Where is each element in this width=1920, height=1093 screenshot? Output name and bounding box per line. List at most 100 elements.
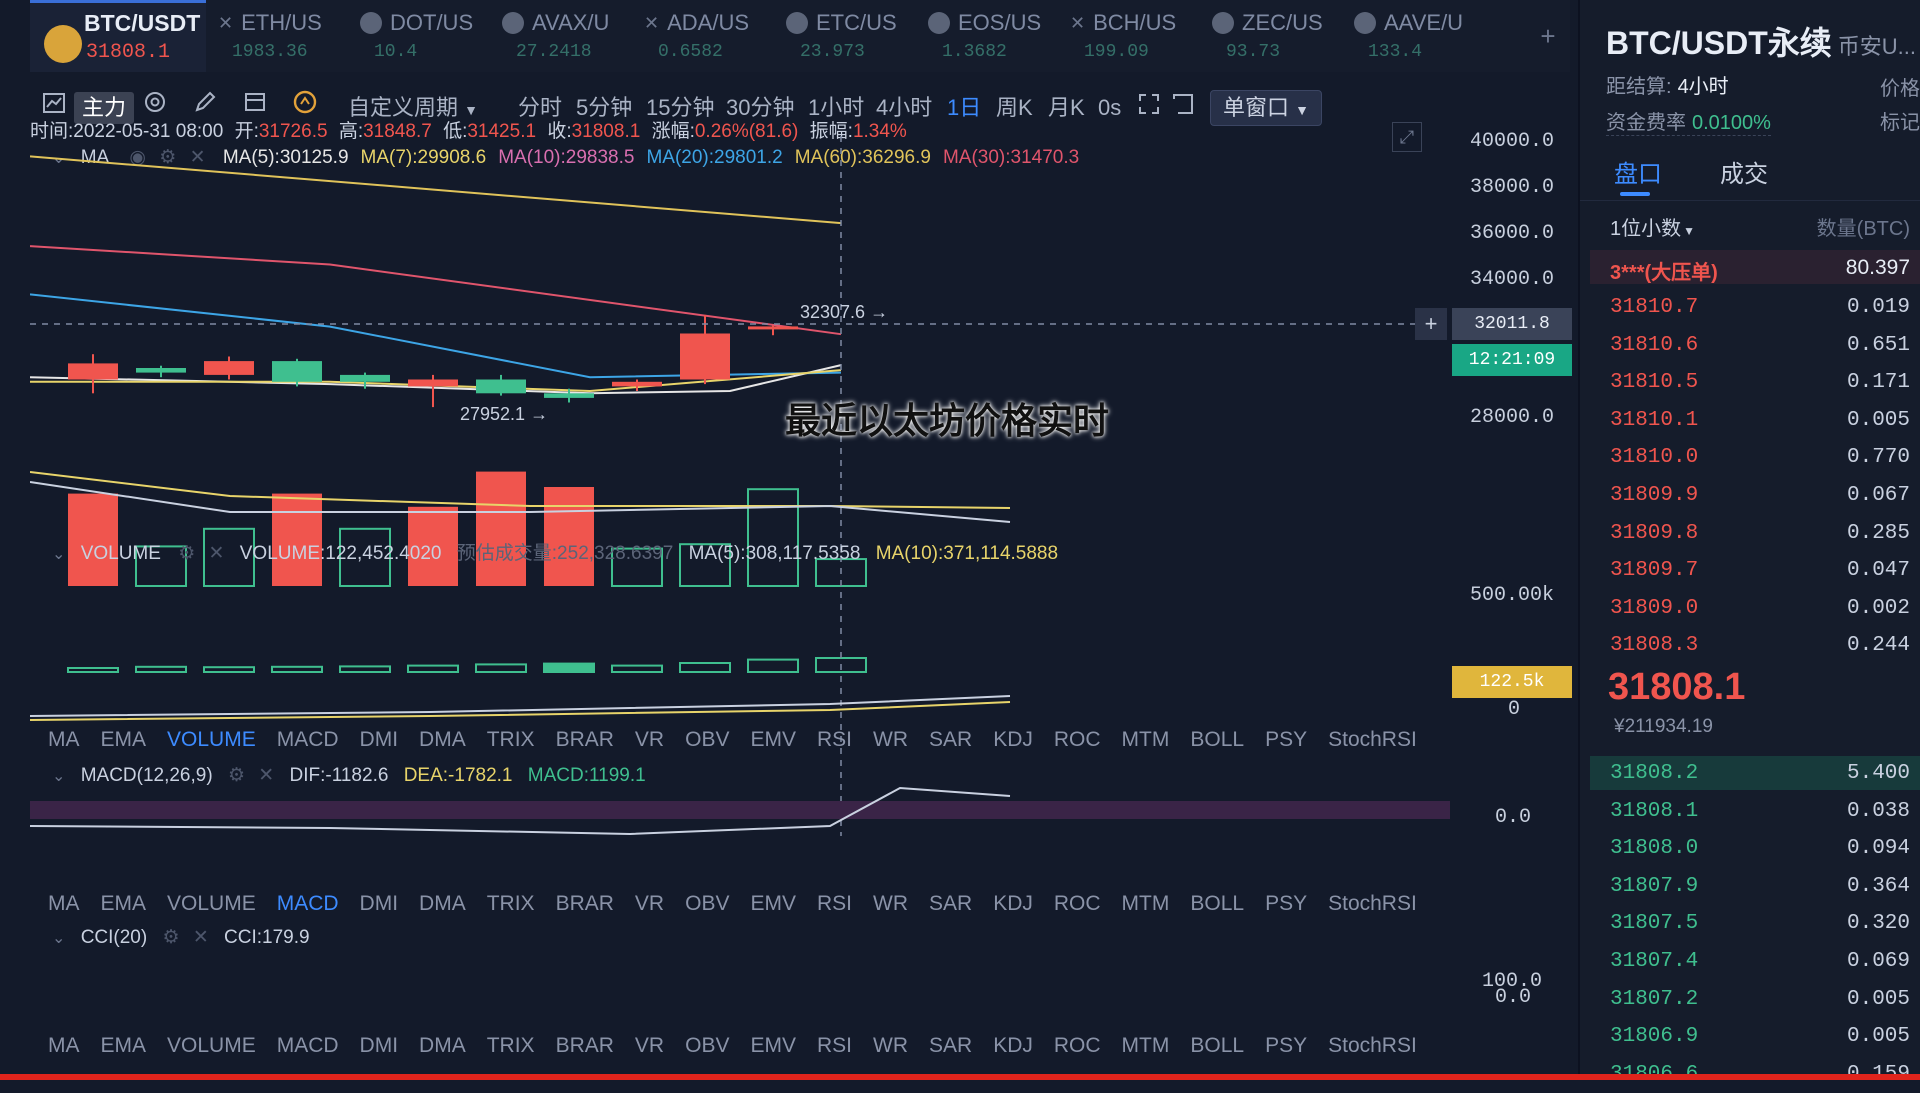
indicator-tab-psy[interactable]: PSY — [1265, 892, 1307, 915]
indicator-tab-dma[interactable]: DMA — [419, 728, 466, 751]
symbol-tab[interactable]: DOT/US 10.4 — [352, 0, 492, 72]
symbol-tab[interactable]: BTC/USDT 31808.1 — [30, 0, 206, 72]
symbol-tab[interactable]: ETC/US 23.973 — [778, 0, 918, 72]
indicator-tab-ma[interactable]: MA — [48, 1034, 80, 1057]
indicator-tab-ema[interactable]: EMA — [101, 728, 147, 751]
ask-row[interactable]: 31810.1 0.005 — [1610, 403, 1910, 439]
indicator-tab-obv[interactable]: OBV — [685, 1034, 729, 1057]
symbol-tab[interactable]: AVAX/U 27.2418 — [494, 0, 634, 72]
ask-row[interactable]: 31810.7 0.019 — [1610, 290, 1910, 326]
indicator-tab-obv[interactable]: OBV — [685, 892, 729, 915]
ask-row[interactable]: 31809.9 0.067 — [1610, 478, 1910, 514]
indicator-tab-volume[interactable]: VOLUME — [167, 1034, 256, 1057]
ask-row[interactable]: 31810.6 0.651 — [1610, 328, 1910, 364]
bid-row[interactable]: 31807.4 0.069 — [1610, 944, 1910, 980]
indicator-tab-brar[interactable]: BRAR — [556, 728, 614, 751]
indicator-tab-dmi[interactable]: DMI — [360, 892, 399, 915]
indicator-tab-obv[interactable]: OBV — [685, 728, 729, 751]
indicator-tab-psy[interactable]: PSY — [1265, 1034, 1307, 1057]
indicator-tab-emv[interactable]: EMV — [750, 728, 796, 751]
indicator-tab-emv[interactable]: EMV — [750, 1034, 796, 1057]
ask-row[interactable]: 31810.0 0.770 — [1610, 440, 1910, 476]
period-8[interactable]: 月K — [1048, 84, 1085, 132]
symbol-tab[interactable]: ✕ ETH/US 1983.36 — [210, 0, 350, 72]
indicator-tab-macd[interactable]: MACD — [277, 1034, 339, 1057]
bid-row[interactable]: 31808.1 0.038 — [1610, 794, 1910, 830]
bid-row[interactable]: 31807.2 0.005 — [1610, 982, 1910, 1018]
fullscreen-icon[interactable] — [1138, 84, 1160, 132]
popout-icon[interactable] — [1172, 84, 1194, 132]
indicator-tab-macd[interactable]: MACD — [277, 892, 339, 915]
indicator-tab-rsi[interactable]: RSI — [817, 728, 852, 751]
indicator-tab-trix[interactable]: TRIX — [487, 892, 535, 915]
crosshair-add-button[interactable]: + — [1415, 308, 1447, 340]
indicator-tab-sar[interactable]: SAR — [929, 728, 972, 751]
indicator-tab-rsi[interactable]: RSI — [817, 892, 852, 915]
collapse-chevron-icon[interactable]: ⌄ — [52, 768, 65, 785]
indicator-tab-wr[interactable]: WR — [873, 1034, 908, 1057]
kline-chart[interactable]: 时间:2022-05-31 08:00 开:31726.5 高:31848.7 … — [30, 121, 1572, 1080]
period-7[interactable]: 周K — [996, 84, 1033, 132]
indicator-tab-kdj[interactable]: KDJ — [993, 1034, 1033, 1057]
symbol-tab[interactable]: ZEC/US 93.73 — [1204, 0, 1344, 72]
close-icon[interactable]: ✕ — [193, 927, 209, 948]
indicator-tab-trix[interactable]: TRIX — [487, 728, 535, 751]
ask-row[interactable]: 31809.8 0.285 — [1610, 516, 1910, 552]
indicator-tab-ema[interactable]: EMA — [101, 1034, 147, 1057]
close-icon[interactable]: ✕ — [209, 543, 225, 564]
bid-row[interactable]: 31807.9 0.364 — [1610, 869, 1910, 905]
expand-icon[interactable]: ⤢ — [1392, 122, 1422, 152]
indicator-tab-roc[interactable]: ROC — [1054, 892, 1101, 915]
indicator-tab-kdj[interactable]: KDJ — [993, 892, 1033, 915]
indicator-tab-stochrsi[interactable]: StochRSI — [1328, 728, 1417, 751]
indicator-tab-volume[interactable]: VOLUME — [167, 728, 256, 751]
period-9[interactable]: 0s — [1098, 84, 1121, 132]
indicator-tab-ma[interactable]: MA — [48, 892, 80, 915]
indicator-tab-brar[interactable]: BRAR — [556, 1034, 614, 1057]
tab-trades[interactable]: 成交 — [1720, 154, 1768, 189]
bid-row[interactable]: 31807.5 0.320 — [1610, 906, 1910, 942]
tab-order-book[interactable]: 盘口 — [1614, 154, 1662, 189]
precision-dropdown[interactable]: 1位小数 ▼ — [1610, 212, 1695, 241]
bid-row[interactable]: 31806.9 0.005 — [1610, 1019, 1910, 1055]
indicator-tab-kdj[interactable]: KDJ — [993, 728, 1033, 751]
ask-row[interactable]: 31809.7 0.047 — [1610, 553, 1910, 589]
symbol-tab[interactable]: ✕ ADA/US 0.6582 — [636, 0, 776, 72]
indicator-tab-brar[interactable]: BRAR — [556, 892, 614, 915]
indicator-tab-vr[interactable]: VR — [635, 728, 664, 751]
add-tab-button[interactable]: + — [1532, 20, 1564, 52]
settings-icon[interactable]: ⚙ — [228, 765, 245, 786]
indicator-tab-ma[interactable]: MA — [48, 728, 80, 751]
indicator-tab-dmi[interactable]: DMI — [360, 728, 399, 751]
ask-row[interactable]: 31810.5 0.171 — [1610, 365, 1910, 401]
indicator-tab-wr[interactable]: WR — [873, 728, 908, 751]
indicator-tab-sar[interactable]: SAR — [929, 1034, 972, 1057]
settings-icon[interactable]: ⚙ — [178, 543, 195, 564]
indicator-tab-volume[interactable]: VOLUME — [167, 892, 256, 915]
indicator-tab-roc[interactable]: ROC — [1054, 1034, 1101, 1057]
indicator-tab-stochrsi[interactable]: StochRSI — [1328, 892, 1417, 915]
bid-row[interactable]: 31808.2 5.400 — [1610, 756, 1910, 792]
window-mode-dropdown[interactable]: 单窗口 ▼ — [1210, 90, 1322, 126]
settings-icon[interactable]: ⚙ — [162, 927, 179, 948]
indicator-tab-roc[interactable]: ROC — [1054, 728, 1101, 751]
indicator-tab-mtm[interactable]: MTM — [1122, 1034, 1170, 1057]
indicator-tab-vr[interactable]: VR — [635, 892, 664, 915]
ask-row[interactable]: 31808.3 0.244 — [1610, 628, 1910, 664]
indicator-tab-mtm[interactable]: MTM — [1122, 728, 1170, 751]
indicator-tab-rsi[interactable]: RSI — [817, 1034, 852, 1057]
indicator-tab-psy[interactable]: PSY — [1265, 728, 1307, 751]
indicator-tab-emv[interactable]: EMV — [750, 892, 796, 915]
ask-row[interactable]: 31809.0 0.002 — [1610, 591, 1910, 627]
close-icon[interactable]: ✕ — [258, 765, 274, 786]
indicator-tab-macd[interactable]: MACD — [277, 728, 339, 751]
indicator-tab-boll[interactable]: BOLL — [1190, 728, 1244, 751]
indicator-tab-mtm[interactable]: MTM — [1122, 892, 1170, 915]
indicator-tab-dma[interactable]: DMA — [419, 892, 466, 915]
indicator-tab-wr[interactable]: WR — [873, 892, 908, 915]
collapse-chevron-icon[interactable]: ⌄ — [52, 930, 65, 947]
symbol-tab[interactable]: ✕ BCH/US 199.09 — [1062, 0, 1202, 72]
bid-row[interactable]: 31808.0 0.094 — [1610, 831, 1910, 867]
indicator-tab-stochrsi[interactable]: StochRSI — [1328, 1034, 1417, 1057]
indicator-tab-trix[interactable]: TRIX — [487, 1034, 535, 1057]
